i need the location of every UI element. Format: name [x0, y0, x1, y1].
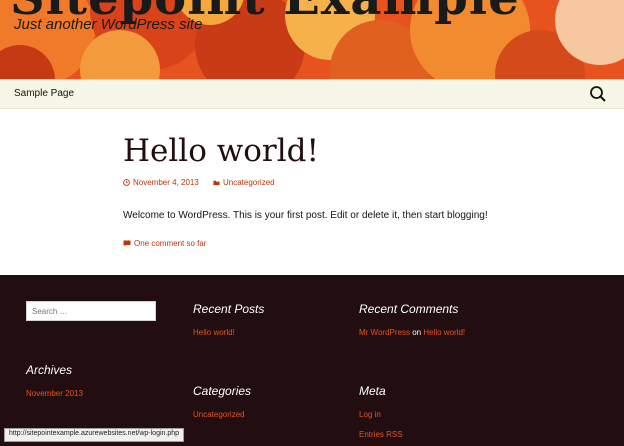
- category-link[interactable]: Uncategorized: [193, 410, 245, 419]
- post-category: Uncategorized: [223, 178, 275, 187]
- recent-comments-title: Recent Comments: [359, 302, 459, 316]
- post-category-link[interactable]: Uncategorized: [213, 178, 275, 187]
- meta-rss-link[interactable]: Entries RSS: [359, 430, 403, 439]
- recent-posts-title: Recent Posts: [193, 302, 265, 316]
- navbar: Sample Page: [0, 79, 624, 109]
- comments-link[interactable]: One comment so far: [123, 239, 206, 248]
- recent-comment-entry: Mr WordPress on Hello world!: [359, 328, 465, 337]
- comment-icon: [123, 240, 131, 247]
- post-content: Welcome to WordPress. This is your first…: [123, 210, 488, 221]
- footer-widgets: Recent Posts Hello world! Recent Comment…: [0, 275, 624, 446]
- comments-label: One comment so far: [134, 239, 207, 248]
- meta-login-link[interactable]: Log in: [359, 410, 381, 419]
- meta-title: Meta: [359, 384, 386, 398]
- site-header: Sitepoint Example Just another WordPress…: [0, 0, 624, 79]
- search-icon[interactable]: [589, 85, 607, 103]
- site-description: Just another WordPress site: [14, 16, 203, 33]
- folder-icon: [213, 180, 220, 186]
- comment-post-link[interactable]: Hello world!: [423, 328, 465, 337]
- post-title[interactable]: Hello world!: [123, 133, 319, 169]
- post-date: November 4, 2013: [133, 178, 199, 187]
- main-content: Hello world! November 4, 2013 Uncategori…: [0, 109, 624, 275]
- nav-item-sample-page[interactable]: Sample Page: [14, 88, 74, 99]
- categories-title: Categories: [193, 384, 252, 398]
- archive-link[interactable]: November 2013: [26, 389, 83, 398]
- clock-icon: [123, 179, 130, 186]
- archives-title: Archives: [26, 363, 73, 377]
- recent-post-link[interactable]: Hello world!: [193, 328, 235, 337]
- comment-on-text: on: [412, 328, 422, 337]
- footer-search-input[interactable]: [26, 301, 156, 321]
- post-date-link[interactable]: November 4, 2013: [123, 178, 199, 187]
- browser-status-bar: http://sitepointexample.azurewebsites.ne…: [4, 428, 185, 442]
- comment-author-link[interactable]: Mr WordPress: [359, 328, 410, 337]
